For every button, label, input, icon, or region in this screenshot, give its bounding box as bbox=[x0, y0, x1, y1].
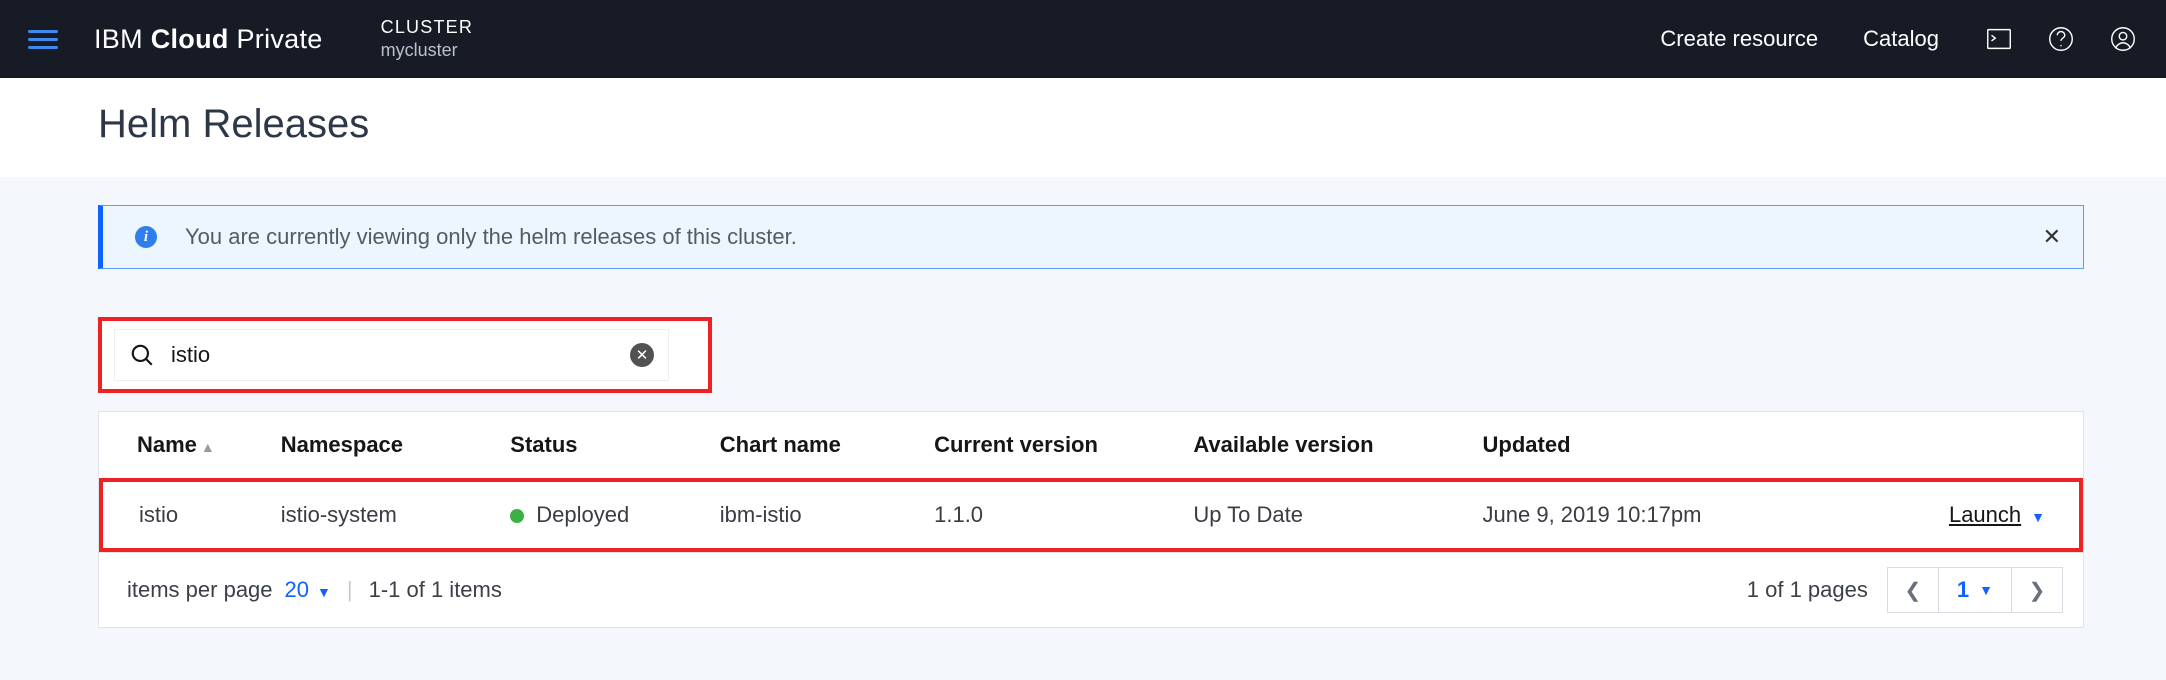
sort-asc-icon: ▲ bbox=[201, 439, 215, 455]
items-per-page-label: items per page bbox=[127, 577, 273, 603]
info-icon: i bbox=[135, 226, 157, 248]
col-updated[interactable]: Updated bbox=[1483, 412, 1812, 480]
page-title-bar: Helm Releases bbox=[0, 78, 2166, 177]
catalog-link[interactable]: Catalog bbox=[1863, 26, 1939, 52]
brand-logo[interactable]: IBM Cloud Private bbox=[94, 24, 323, 55]
releases-table: Name▲ Namespace Status Chart name Curren… bbox=[98, 411, 2084, 628]
prev-page-button[interactable]: ❮ bbox=[1887, 567, 1939, 613]
close-icon[interactable]: ✕ bbox=[2043, 224, 2061, 250]
cell-status: Deployed bbox=[510, 480, 720, 550]
search-box[interactable]: ✕ bbox=[114, 329, 669, 381]
search-input[interactable] bbox=[171, 342, 614, 368]
info-banner: i You are currently viewing only the hel… bbox=[98, 205, 2084, 269]
col-name[interactable]: Name▲ bbox=[101, 412, 281, 480]
table-row[interactable]: istio istio-system Deployed ibm-istio 1.… bbox=[101, 480, 2081, 550]
menu-icon[interactable] bbox=[28, 30, 58, 49]
cell-namespace: istio-system bbox=[281, 480, 511, 550]
help-icon[interactable] bbox=[2046, 24, 2076, 54]
brand-text-bold: Cloud bbox=[151, 24, 229, 54]
terminal-icon[interactable] bbox=[1984, 24, 2014, 54]
info-banner-message: You are currently viewing only the helm … bbox=[185, 224, 797, 250]
page-summary: 1 of 1 pages bbox=[1747, 577, 1868, 603]
cell-current: 1.1.0 bbox=[934, 480, 1193, 550]
cell-updated: June 9, 2019 10:17pm bbox=[1483, 480, 1812, 550]
launch-action[interactable]: Launch bbox=[1949, 502, 2021, 527]
col-namespace[interactable]: Namespace bbox=[281, 412, 511, 480]
page-number-select[interactable]: 1▼ bbox=[1938, 567, 2012, 613]
brand-text-1: IBM bbox=[94, 24, 151, 54]
next-page-button[interactable]: ❯ bbox=[2011, 567, 2063, 613]
cluster-name: mycluster bbox=[381, 40, 473, 61]
chevron-down-icon[interactable]: ▼ bbox=[2031, 509, 2045, 525]
items-range: 1-1 of 1 items bbox=[369, 577, 502, 603]
cluster-selector[interactable]: CLUSTER mycluster bbox=[381, 17, 473, 61]
col-chart[interactable]: Chart name bbox=[720, 412, 934, 480]
clear-search-icon[interactable]: ✕ bbox=[630, 343, 654, 367]
pager: ❮ 1▼ ❯ bbox=[1888, 567, 2063, 613]
cell-name: istio bbox=[101, 480, 281, 550]
create-resource-link[interactable]: Create resource bbox=[1660, 26, 1818, 52]
chevron-down-icon: ▼ bbox=[317, 584, 331, 600]
status-dot-icon bbox=[510, 509, 524, 523]
cluster-label: CLUSTER bbox=[381, 17, 473, 38]
divider: | bbox=[347, 577, 353, 603]
brand-text-2: Private bbox=[229, 24, 323, 54]
page-title: Helm Releases bbox=[98, 102, 2166, 147]
cell-chart: ibm-istio bbox=[720, 480, 934, 550]
top-nav: IBM Cloud Private CLUSTER mycluster Crea… bbox=[0, 0, 2166, 78]
items-per-page-value[interactable]: 20▼ bbox=[285, 577, 331, 603]
table-footer: items per page 20▼ | 1-1 of 1 items 1 of… bbox=[99, 552, 2083, 627]
col-current-version[interactable]: Current version bbox=[934, 412, 1193, 480]
table-header-row: Name▲ Namespace Status Chart name Curren… bbox=[101, 412, 2081, 480]
col-status[interactable]: Status bbox=[510, 412, 720, 480]
user-icon[interactable] bbox=[2108, 24, 2138, 54]
search-icon bbox=[129, 342, 155, 368]
col-available-version[interactable]: Available version bbox=[1193, 412, 1482, 480]
search-highlight: ✕ bbox=[98, 317, 712, 393]
cell-available: Up To Date bbox=[1193, 480, 1482, 550]
